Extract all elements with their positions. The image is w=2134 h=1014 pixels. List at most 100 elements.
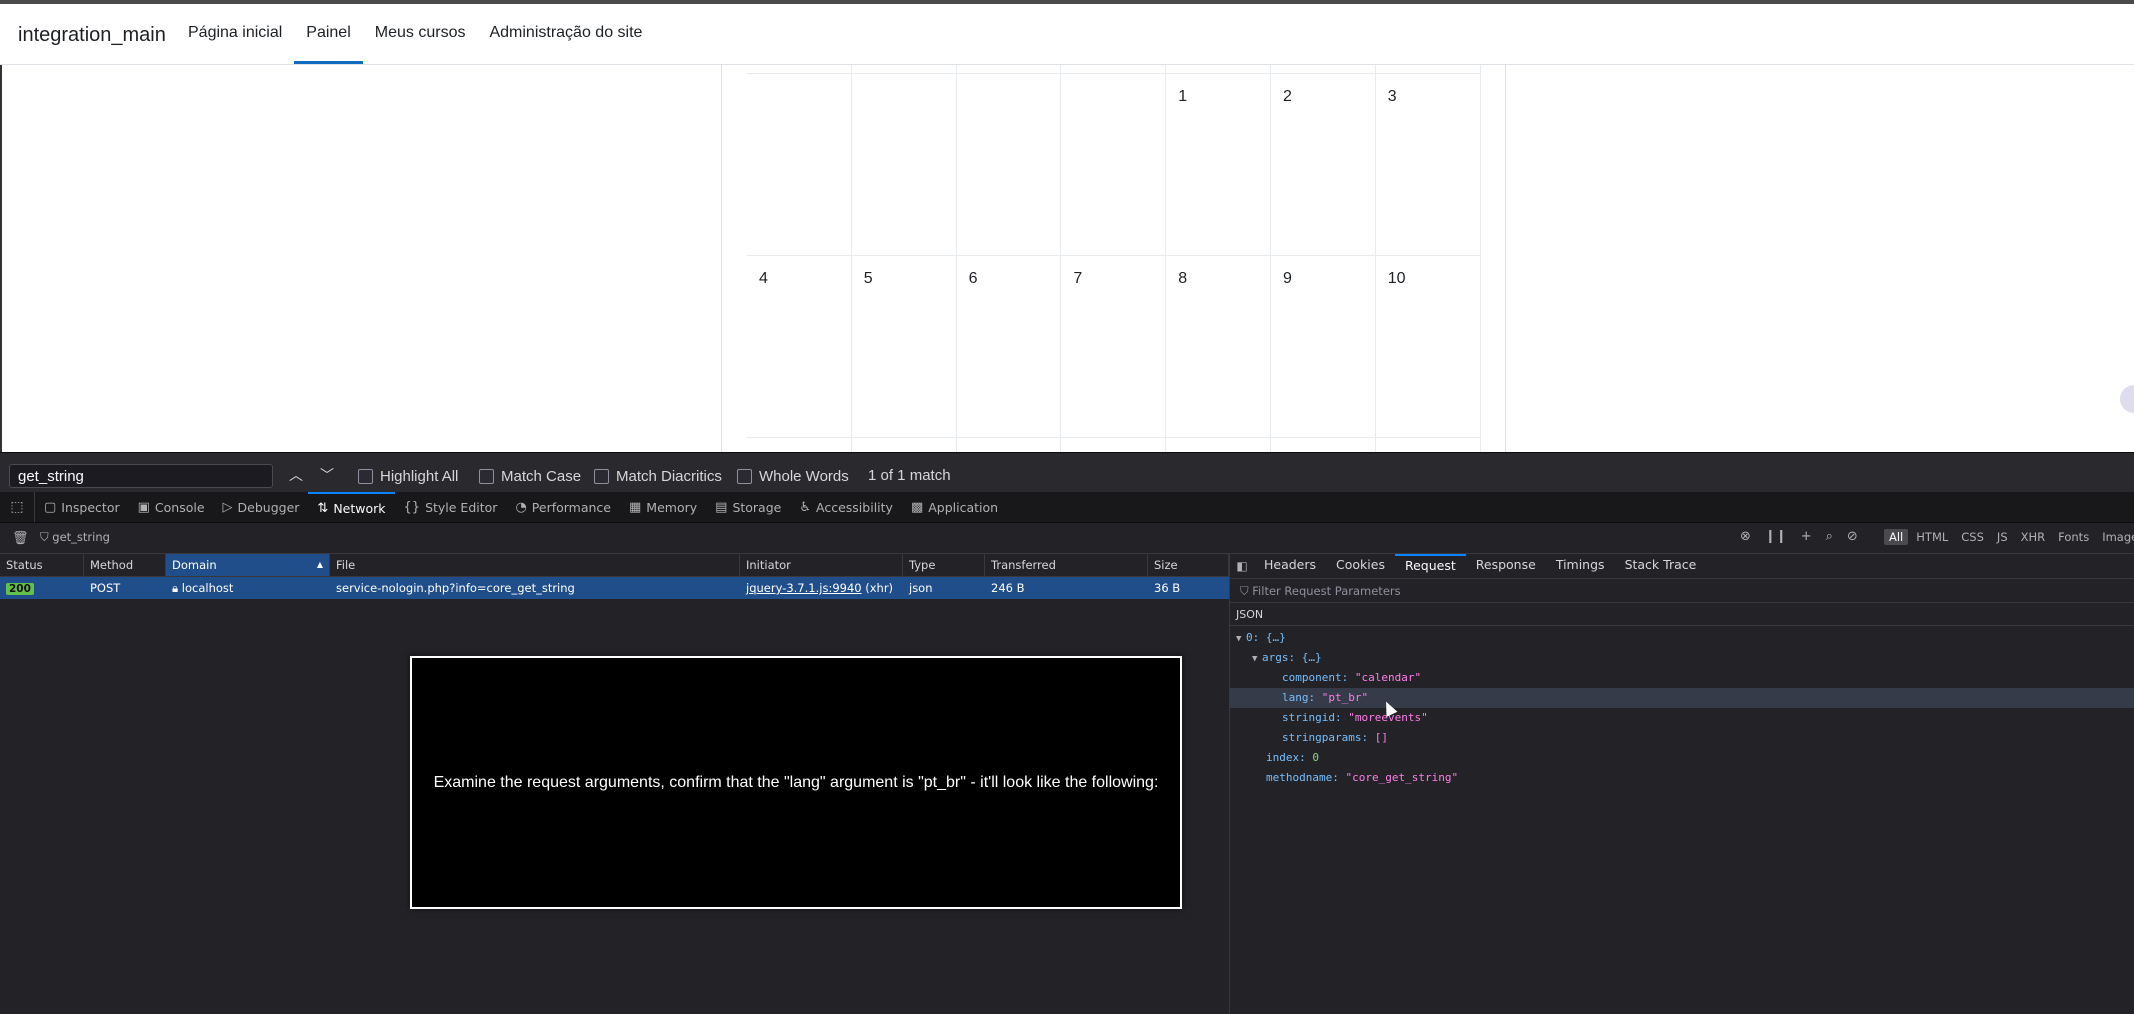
- json-row-root[interactable]: ▼ 0: {…}: [1230, 628, 2134, 648]
- json-value: "core_get_string": [1345, 771, 1459, 784]
- filter-js[interactable]: JS: [1992, 529, 2013, 545]
- expand-arrow-icon[interactable]: ▼: [1236, 629, 1246, 649]
- calendar-day[interactable]: 9: [1271, 256, 1376, 437]
- calendar-day[interactable]: 16: [1271, 438, 1376, 452]
- tab-network[interactable]: ⇅ Network: [308, 492, 395, 522]
- column-file[interactable]: File: [330, 554, 740, 576]
- tab-debugger[interactable]: ▷ Debugger: [214, 492, 309, 522]
- tab-application[interactable]: ▩ Application: [902, 492, 1007, 522]
- calendar-day[interactable]: 4: [747, 256, 852, 437]
- calendar-day[interactable]: [747, 74, 852, 255]
- checkbox-box: [479, 468, 494, 484]
- filter-xhr[interactable]: XHR: [2016, 529, 2051, 545]
- filter-css[interactable]: CSS: [1956, 529, 1989, 545]
- column-transferred[interactable]: Transferred: [985, 554, 1148, 576]
- nav-dashboard[interactable]: Painel: [294, 4, 363, 64]
- calendar-day[interactable]: 11: [747, 438, 852, 452]
- column-initiator[interactable]: Initiator: [740, 554, 903, 576]
- table-row[interactable]: 200 POST 🔒︎ localhost service-nologin.ph…: [0, 577, 1229, 599]
- tab-accessibility[interactable]: ♿ Accessibility: [790, 492, 902, 522]
- filter-fonts[interactable]: Fonts: [2053, 529, 2094, 545]
- calendar-day[interactable]: 17: [1376, 438, 1481, 452]
- tab-performance[interactable]: ◔ Performance: [506, 492, 620, 522]
- find-input[interactable]: [9, 464, 273, 488]
- json-row-stringid[interactable]: stringid: "moreevents": [1230, 708, 2134, 728]
- calendar-day[interactable]: 5: [852, 256, 957, 437]
- highlight-all-checkbox[interactable]: Highlight All: [358, 464, 458, 488]
- json-row-lang[interactable]: lang: "pt_br": [1230, 688, 2134, 708]
- tab-cookies[interactable]: Cookies: [1326, 554, 1395, 578]
- whole-words-label: Whole Words: [759, 467, 849, 485]
- element-picker-icon[interactable]: ⬚: [0, 492, 35, 522]
- tab-style-editor[interactable]: {} Style Editor: [395, 492, 507, 522]
- tab-stack-trace[interactable]: Stack Trace: [1615, 554, 1707, 578]
- calendar-day[interactable]: 12: [852, 438, 957, 452]
- tab-inspector[interactable]: ▢ Inspector: [35, 492, 129, 522]
- match-case-checkbox[interactable]: Match Case: [479, 464, 581, 488]
- tab-memory[interactable]: ▦ Memory: [620, 492, 706, 522]
- pause-icon[interactable]: ❙❙: [1765, 529, 1787, 544]
- network-icon: ⇅: [317, 500, 329, 516]
- filter-request-parameters-input[interactable]: ⛉ Filter Request Parameters: [1230, 579, 2134, 603]
- calendar-day[interactable]: 6: [957, 256, 1062, 437]
- column-size[interactable]: Size: [1148, 554, 1229, 576]
- floating-action-button[interactable]: [2120, 385, 2134, 413]
- tab-timings[interactable]: Timings: [1546, 554, 1615, 578]
- calendar-day[interactable]: 10: [1376, 256, 1481, 437]
- clear-requests-trash-icon[interactable]: 🗑: [12, 531, 29, 546]
- calendar-day[interactable]: 15: [1166, 438, 1271, 452]
- calendar-day[interactable]: 1: [1166, 74, 1271, 255]
- tab-storage[interactable]: ▤ Storage: [706, 492, 790, 522]
- nav-home[interactable]: Página inicial: [176, 4, 294, 64]
- tab-label: Style Editor: [425, 499, 498, 515]
- add-icon[interactable]: +: [1801, 529, 1812, 544]
- json-row-stringparams[interactable]: stringparams: []: [1230, 728, 2134, 748]
- block-icon[interactable]: ⊘: [1847, 529, 1858, 544]
- column-status[interactable]: Status: [0, 554, 84, 576]
- tab-console[interactable]: ▣ Console: [129, 492, 214, 522]
- json-row-args[interactable]: ▼ args: {…}: [1230, 648, 2134, 668]
- find-bar: ︿ ﹀ Highlight All Match Case Match Diacr…: [0, 452, 2134, 493]
- search-icon[interactable]: ⌕: [1826, 529, 1833, 544]
- application-icon: ▩: [910, 499, 924, 515]
- calendar-day[interactable]: 7: [1061, 256, 1167, 437]
- find-previous-button[interactable]: ︿: [284, 463, 308, 487]
- filter-html[interactable]: HTML: [1911, 529, 1953, 545]
- find-next-button[interactable]: ﹀: [315, 463, 339, 487]
- whole-words-checkbox[interactable]: Whole Words: [737, 464, 849, 488]
- json-row-methodname[interactable]: methodname: "core_get_string": [1230, 768, 2134, 788]
- tab-request[interactable]: Request: [1394, 554, 1466, 578]
- json-key: index:: [1266, 751, 1306, 764]
- calendar-day[interactable]: 13: [957, 438, 1062, 452]
- filter-all[interactable]: All: [1884, 529, 1909, 545]
- calendar-day[interactable]: [1061, 74, 1167, 255]
- calendar-day[interactable]: 14: [1061, 438, 1167, 452]
- column-domain[interactable]: Domain ▲: [166, 554, 330, 576]
- json-row-component[interactable]: component: "calendar": [1230, 668, 2134, 688]
- calendar-day[interactable]: 3: [1376, 74, 1481, 255]
- nav-my-courses[interactable]: Meus cursos: [363, 4, 478, 64]
- toggle-sidebar-icon[interactable]: ◧: [1230, 554, 1254, 578]
- tab-headers[interactable]: Headers: [1254, 554, 1326, 578]
- filter-images[interactable]: Images: [2097, 529, 2134, 545]
- day-number: 8: [1178, 270, 1188, 287]
- initiator-link[interactable]: jquery-3.7.1.js:9940: [746, 581, 862, 595]
- clear-filter-icon[interactable]: ⊗: [1740, 529, 1751, 544]
- column-type[interactable]: Type: [903, 554, 985, 576]
- calendar-day[interactable]: [852, 74, 957, 255]
- calendar-day[interactable]: 2: [1271, 74, 1376, 255]
- site-brand[interactable]: integration_main: [18, 24, 166, 47]
- json-section-label: JSON: [1230, 604, 2134, 626]
- calendar-day[interactable]: 8: [1166, 256, 1271, 437]
- match-diacritics-checkbox[interactable]: Match Diacritics: [594, 464, 722, 488]
- tab-response[interactable]: Response: [1466, 554, 1546, 578]
- cell-size: 36 B: [1154, 581, 1181, 595]
- expand-arrow-icon[interactable]: ▼: [1252, 649, 1262, 669]
- nav-site-admin[interactable]: Administração do site: [477, 4, 654, 64]
- json-row-index[interactable]: index: 0: [1230, 748, 2134, 768]
- sort-ascending-icon: ▲: [316, 560, 323, 569]
- json-key: stringparams:: [1282, 731, 1369, 744]
- calendar-day[interactable]: [957, 74, 1062, 255]
- column-method[interactable]: Method: [84, 554, 166, 576]
- url-filter-input[interactable]: ⛉ get_string: [40, 530, 110, 545]
